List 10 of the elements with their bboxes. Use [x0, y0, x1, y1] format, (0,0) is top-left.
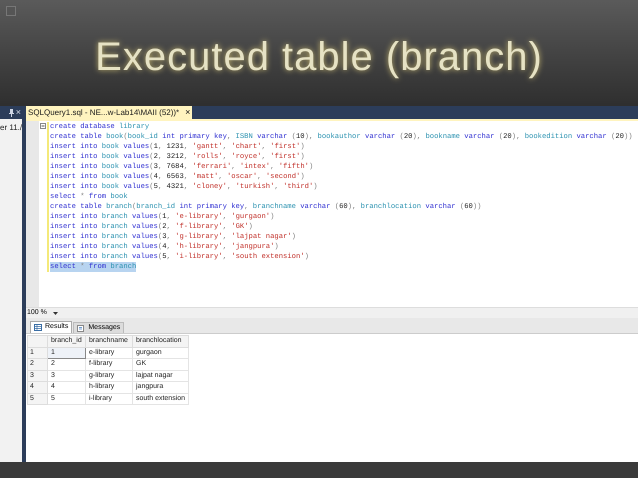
slide-bullet-icon [6, 6, 16, 16]
editor-tab[interactable]: SQLQuery1.sql - NE...w-Lab14\MAII (52))* × [26, 106, 192, 119]
collapse-icon[interactable] [40, 123, 46, 129]
close-button[interactable]: × [16, 108, 21, 117]
message-icon [77, 324, 86, 332]
tree-item[interactable]: er 11./ [0, 122, 22, 134]
caret-icon [52, 312, 58, 314]
grid-icon [34, 324, 42, 331]
slide-title: Executed table (branch) [95, 34, 543, 81]
pin-icon[interactable] [8, 108, 14, 116]
